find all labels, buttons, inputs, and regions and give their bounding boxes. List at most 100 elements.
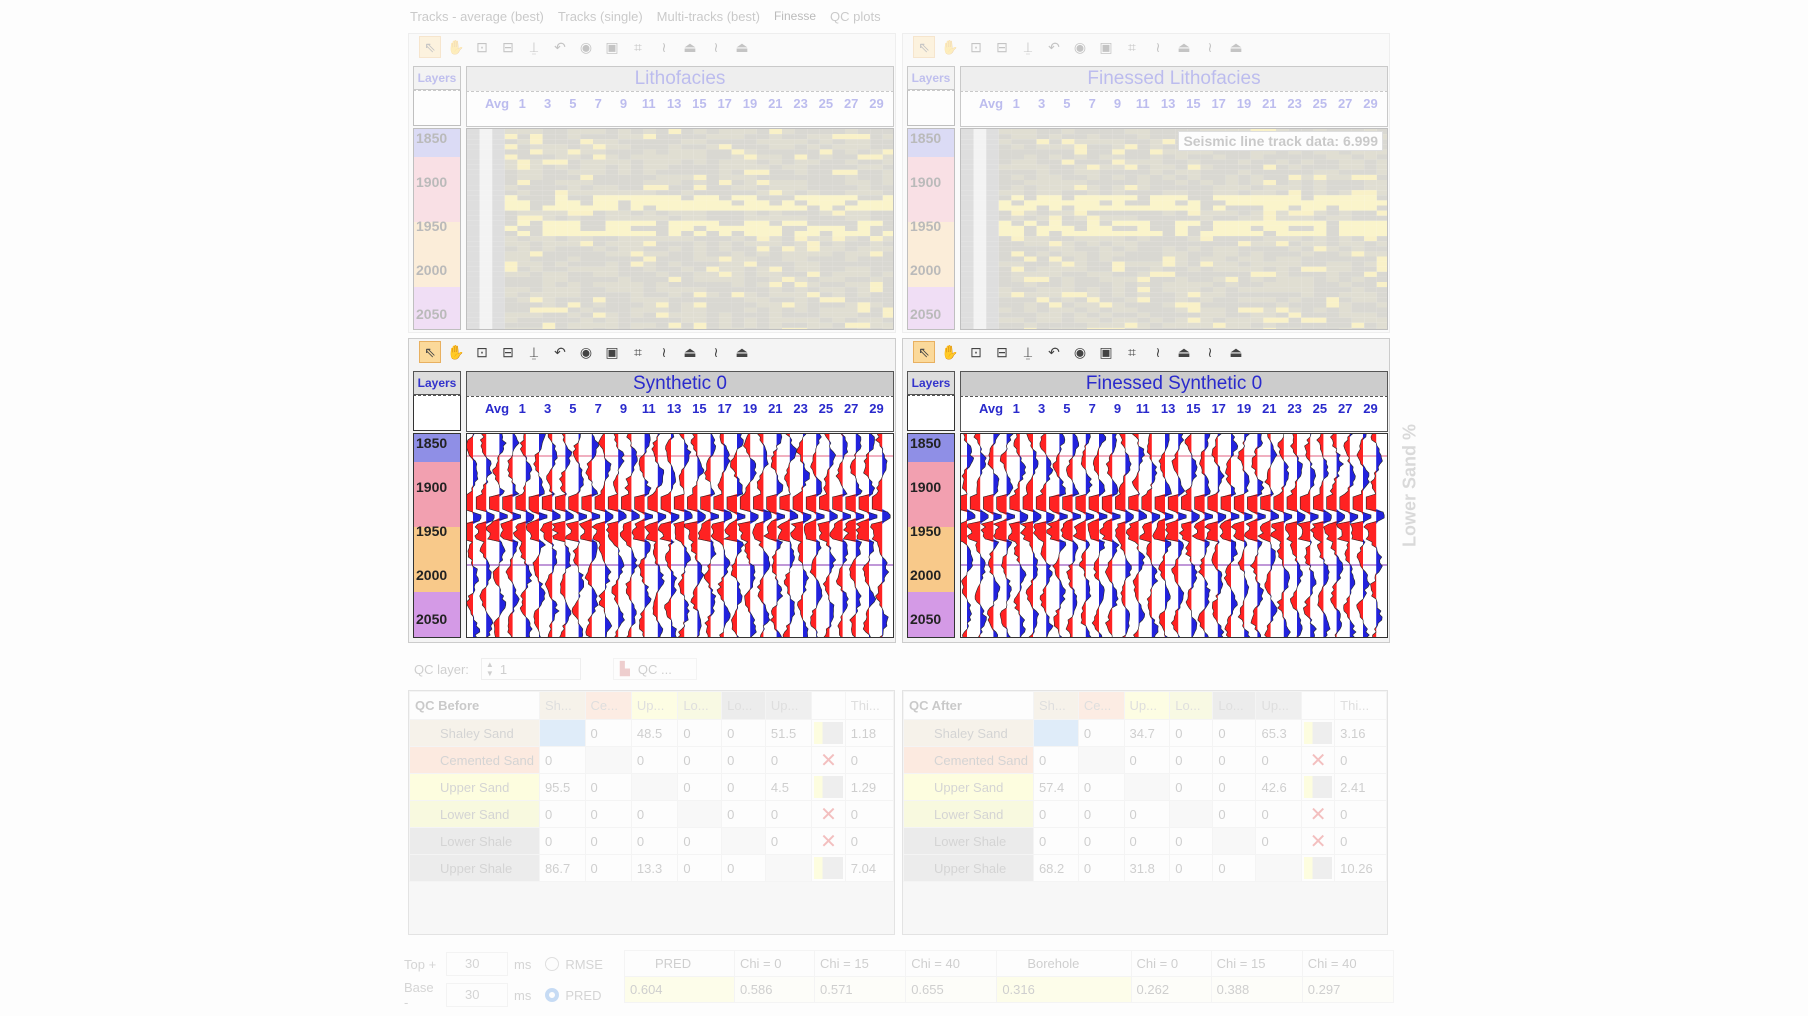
qc-column-header[interactable] [1301, 691, 1336, 720]
qc-column-header[interactable]: Thi... [844, 691, 895, 720]
zoom-vertical-icon[interactable]: ⍊ [1017, 36, 1039, 58]
qc-row[interactable]: Upper Sand 95.5 0 0 0 4.5 1.29 [409, 773, 895, 801]
zoom-horizontal-icon[interactable]: ⊟ [991, 341, 1013, 363]
remove-icon[interactable]: ✕ [811, 800, 846, 828]
tab-qc-plots[interactable]: QC plots [828, 6, 883, 30]
qc-row[interactable]: Shaley Sand 0 34.7 0 0 65.3 3.16 [903, 719, 1387, 747]
qc-row[interactable]: Cemented Sand 0 0 0 0 0 ✕ 0 [409, 746, 895, 774]
wiggle-icon[interactable]: ≀ [653, 341, 675, 363]
tab-multi-tracks-best-[interactable]: Multi-tracks (best) [655, 6, 762, 30]
zoom-reset-icon[interactable]: ↶ [1043, 341, 1065, 363]
view-icon[interactable]: ◉ [575, 341, 597, 363]
qc-row[interactable]: Shaley Sand 0 48.5 0 0 51.5 1.18 [409, 719, 895, 747]
tab-tracks-single-[interactable]: Tracks (single) [556, 6, 645, 30]
qc-column-header[interactable]: Lo... [1169, 691, 1214, 720]
base-stepper[interactable]: 30 [446, 983, 508, 1007]
synthetic-wiggle-plot[interactable] [466, 433, 894, 638]
qc-column-header[interactable]: Up... [764, 691, 813, 720]
zoom-vertical-icon[interactable]: ⍊ [523, 36, 545, 58]
pointer-icon[interactable]: ⇖ [419, 341, 441, 363]
fill-right-icon[interactable]: ⏏ [731, 341, 753, 363]
qc-column-header[interactable]: Lo... [1212, 691, 1257, 720]
qc-column-header[interactable]: Up... [630, 691, 679, 720]
layers-icon[interactable]: ▣ [601, 341, 623, 363]
zoom-box-icon[interactable]: ⊡ [965, 341, 987, 363]
crosshair-icon[interactable]: ⌗ [1121, 341, 1143, 363]
wiggle-icon[interactable]: ≀ [653, 36, 675, 58]
pointer-icon[interactable]: ⇖ [913, 341, 935, 363]
zoom-box-icon[interactable]: ⊡ [965, 36, 987, 58]
qc-column-header[interactable]: Lo... [721, 691, 766, 720]
crosshair-icon[interactable]: ⌗ [627, 341, 649, 363]
qc-layer-stepper[interactable]: ▲ ▼ 1 [480, 658, 581, 680]
zoom-box-icon[interactable]: ⊡ [471, 36, 493, 58]
wiggle-right-icon[interactable]: ≀ [1199, 36, 1221, 58]
fill-right-icon[interactable]: ⏏ [1225, 341, 1247, 363]
pointer-icon[interactable]: ⇖ [419, 36, 441, 58]
fill-icon[interactable]: ⏏ [1173, 341, 1195, 363]
qc-row[interactable]: Lower Sand 0 0 0 0 0 ✕ 0 [409, 800, 895, 828]
remove-icon[interactable]: ✕ [1301, 746, 1336, 774]
layers-icon[interactable]: ▣ [1095, 36, 1117, 58]
remove-icon[interactable]: ✕ [811, 746, 846, 774]
qc-column-header[interactable]: Up... [1255, 691, 1303, 720]
qc-button[interactable]: ▙ QC ... [612, 658, 697, 680]
tab-finesse[interactable]: Finesse [772, 6, 818, 30]
tab-tracks-average-best-[interactable]: Tracks - average (best) [408, 6, 546, 30]
qc-column-header[interactable]: Sh... [538, 691, 586, 720]
radio-pred[interactable] [545, 988, 560, 1002]
qc-column-header[interactable]: Sh... [1032, 691, 1079, 720]
fill-icon[interactable]: ⏏ [1173, 36, 1195, 58]
qc-row[interactable]: Upper Sand 57.4 0 0 0 42.6 2.41 [903, 773, 1387, 801]
zoom-vertical-icon[interactable]: ⍊ [1017, 341, 1039, 363]
pan-icon[interactable]: ✋ [939, 36, 961, 58]
zoom-horizontal-icon[interactable]: ⊟ [991, 36, 1013, 58]
zoom-reset-icon[interactable]: ↶ [549, 36, 571, 58]
zoom-box-icon[interactable]: ⊡ [471, 341, 493, 363]
view-icon[interactable]: ◉ [1069, 341, 1091, 363]
qc-row[interactable]: Upper Shale 68.2 0 31.8 0 0 10.26 [903, 854, 1387, 882]
fill-icon[interactable]: ⏏ [679, 36, 701, 58]
qc-column-header[interactable]: Lo... [677, 691, 723, 720]
qc-column-header[interactable]: Ce... [584, 691, 632, 720]
lithofacies-heatmap[interactable]: Seismic line track data: 6.999 [960, 128, 1388, 330]
wiggle-right-icon[interactable]: ≀ [705, 341, 727, 363]
qc-column-header[interactable]: Ce... [1077, 691, 1125, 720]
layers-icon[interactable]: ▣ [601, 36, 623, 58]
view-icon[interactable]: ◉ [575, 36, 597, 58]
zoom-reset-icon[interactable]: ↶ [1043, 36, 1065, 58]
qc-column-header[interactable] [811, 691, 846, 720]
fill-icon[interactable]: ⏏ [679, 341, 701, 363]
top-stepper[interactable]: 30 [446, 952, 508, 976]
qc-row[interactable]: Upper Shale 86.7 0 13.3 0 0 7.04 [409, 854, 895, 882]
pan-icon[interactable]: ✋ [939, 341, 961, 363]
fill-right-icon[interactable]: ⏏ [731, 36, 753, 58]
wiggle-icon[interactable]: ≀ [1147, 36, 1169, 58]
zoom-horizontal-icon[interactable]: ⊟ [497, 341, 519, 363]
layers-icon[interactable]: ▣ [1095, 341, 1117, 363]
remove-icon[interactable]: ✕ [1301, 827, 1336, 855]
fill-right-icon[interactable]: ⏏ [1225, 36, 1247, 58]
synthetic-wiggle-plot[interactable] [960, 433, 1388, 638]
qc-row[interactable]: Lower Sand 0 0 0 0 0 ✕ 0 [903, 800, 1387, 828]
view-icon[interactable]: ◉ [1069, 36, 1091, 58]
radio-rmse[interactable] [545, 957, 560, 971]
remove-icon[interactable]: ✕ [1301, 800, 1336, 828]
wiggle-right-icon[interactable]: ≀ [1199, 341, 1221, 363]
qc-row[interactable]: Lower Shale 0 0 0 0 0 ✕ 0 [903, 827, 1387, 855]
lithofacies-heatmap[interactable] [466, 128, 894, 330]
pan-icon[interactable]: ✋ [445, 36, 467, 58]
zoom-vertical-icon[interactable]: ⍊ [523, 341, 545, 363]
wiggle-icon[interactable]: ≀ [1147, 341, 1169, 363]
wiggle-right-icon[interactable]: ≀ [705, 36, 727, 58]
qc-row[interactable]: Lower Shale 0 0 0 0 0 ✕ 0 [409, 827, 895, 855]
qc-column-header[interactable]: Up... [1123, 691, 1171, 720]
crosshair-icon[interactable]: ⌗ [627, 36, 649, 58]
remove-icon[interactable]: ✕ [811, 827, 846, 855]
zoom-horizontal-icon[interactable]: ⊟ [497, 36, 519, 58]
spin-icon[interactable]: ▲ ▼ [486, 660, 494, 678]
pan-icon[interactable]: ✋ [445, 341, 467, 363]
zoom-reset-icon[interactable]: ↶ [549, 341, 571, 363]
qc-column-header[interactable]: Thi... [1334, 691, 1387, 720]
crosshair-icon[interactable]: ⌗ [1121, 36, 1143, 58]
